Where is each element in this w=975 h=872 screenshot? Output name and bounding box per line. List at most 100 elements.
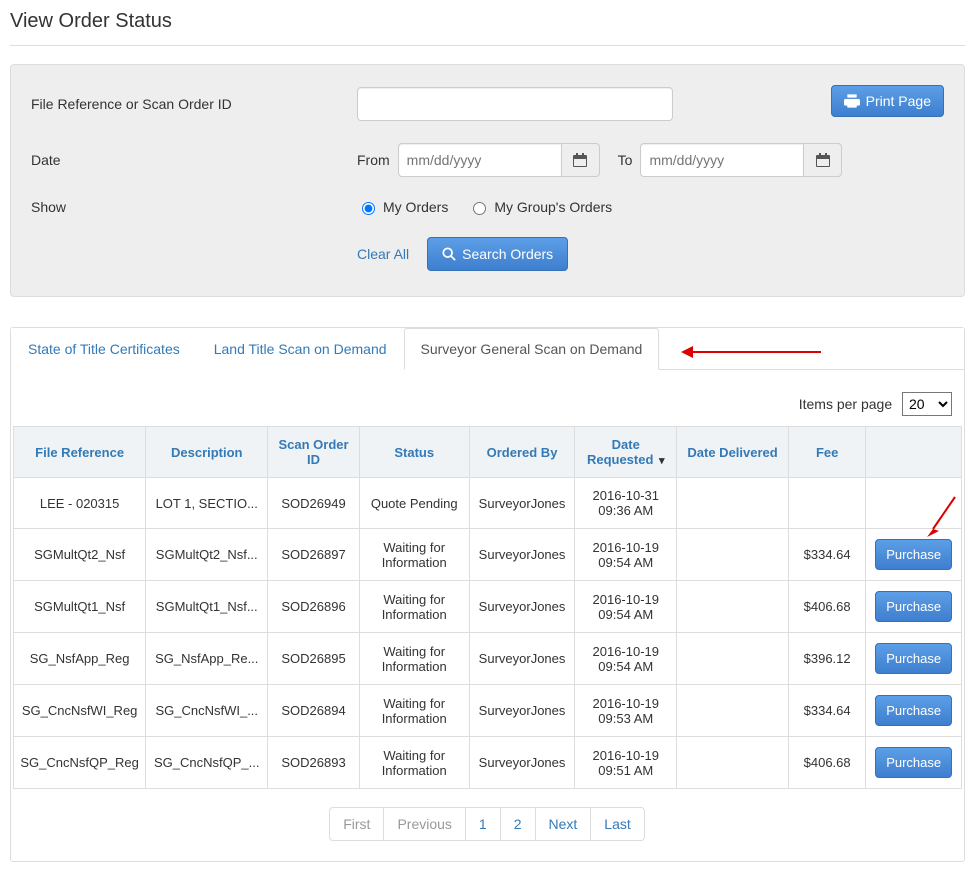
purchase-button[interactable]: Purchase xyxy=(875,747,952,778)
date-delivered-cell xyxy=(677,529,789,581)
tab-land-title-scan[interactable]: Land Title Scan on Demand xyxy=(197,328,404,370)
file-reference-cell: LEE - 020315 xyxy=(14,478,146,529)
date-delivered-cell xyxy=(677,737,789,789)
action-cell: Purchase xyxy=(866,581,962,633)
radio-group-orders-input[interactable] xyxy=(473,202,486,215)
file-reference-cell: SG_CncNsfWI_Reg xyxy=(14,685,146,737)
col-ordered-by[interactable]: Ordered By xyxy=(469,427,575,478)
scan-order-id-cell: SOD26897 xyxy=(268,529,360,581)
scan-order-id-cell: SOD26949 xyxy=(268,478,360,529)
ordered-by-cell: SurveyorJones xyxy=(469,478,575,529)
radio-my-orders-label: My Orders xyxy=(383,199,448,215)
fee-cell xyxy=(789,478,866,529)
col-file-reference[interactable]: File Reference xyxy=(14,427,146,478)
file-reference-cell: SG_CncNsfQP_Reg xyxy=(14,737,146,789)
radio-my-orders-input[interactable] xyxy=(362,202,375,215)
file-reference-cell: SG_NsfApp_Reg xyxy=(14,633,146,685)
orders-table: File Reference Description Scan Order ID… xyxy=(13,426,962,789)
col-fee[interactable]: Fee xyxy=(789,427,866,478)
table-row: SG_CncNsfWI_RegSG_CncNsfWI_...SOD26894Wa… xyxy=(14,685,962,737)
pager-page-1[interactable]: 1 xyxy=(465,807,501,841)
radio-group-orders-label: My Group's Orders xyxy=(494,199,612,215)
col-actions xyxy=(866,427,962,478)
description-cell: SG_CncNsfQP_... xyxy=(146,737,268,789)
table-row: LEE - 020315LOT 1, SECTIO...SOD26949Quot… xyxy=(14,478,962,529)
file-reference-cell: SGMultQt2_Nsf xyxy=(14,529,146,581)
date-from-input[interactable] xyxy=(398,143,562,177)
date-delivered-cell xyxy=(677,478,789,529)
col-date-delivered[interactable]: Date Delivered xyxy=(677,427,789,478)
ordered-by-cell: SurveyorJones xyxy=(469,529,575,581)
col-description[interactable]: Description xyxy=(146,427,268,478)
action-cell xyxy=(866,478,962,529)
radio-group-orders[interactable]: My Group's Orders xyxy=(468,199,612,215)
description-cell: SGMultQt2_Nsf... xyxy=(146,529,268,581)
pagination: First Previous 1 2 Next Last xyxy=(13,807,962,841)
col-scan-order-id[interactable]: Scan Order ID xyxy=(268,427,360,478)
table-row: SGMultQt2_NsfSGMultQt2_Nsf...SOD26897Wai… xyxy=(14,529,962,581)
col-date-requested-label: Date Requested xyxy=(587,437,653,467)
scan-order-id-cell: SOD26894 xyxy=(268,685,360,737)
table-row: SGMultQt1_NsfSGMultQt1_Nsf...SOD26896Wai… xyxy=(14,581,962,633)
table-row: SG_NsfApp_RegSG_NsfApp_Re...SOD26895Wait… xyxy=(14,633,962,685)
label-from: From xyxy=(357,152,390,168)
date-requested-cell: 2016-10-19 09:54 AM xyxy=(575,529,677,581)
date-to-calendar-button[interactable] xyxy=(804,143,842,177)
col-status[interactable]: Status xyxy=(359,427,469,478)
search-panel: Print Page File Reference or Scan Order … xyxy=(10,64,965,297)
date-delivered-cell xyxy=(677,685,789,737)
ordered-by-cell: SurveyorJones xyxy=(469,581,575,633)
clear-all-link[interactable]: Clear All xyxy=(357,246,409,262)
sort-desc-icon: ▾ xyxy=(659,455,665,467)
date-to-input[interactable] xyxy=(640,143,804,177)
tabs-container: State of Title Certificates Land Title S… xyxy=(10,327,965,862)
status-cell: Waiting for Information xyxy=(359,737,469,789)
tab-surveyor-general-scan[interactable]: Surveyor General Scan on Demand xyxy=(404,328,660,370)
annotation-arrow-tab xyxy=(681,346,821,358)
pager-next[interactable]: Next xyxy=(535,807,592,841)
action-cell: Purchase xyxy=(866,737,962,789)
date-requested-cell: 2016-10-19 09:51 AM xyxy=(575,737,677,789)
pager-previous[interactable]: Previous xyxy=(383,807,465,841)
pager-first[interactable]: First xyxy=(329,807,384,841)
status-cell: Waiting for Information xyxy=(359,633,469,685)
action-cell: Purchase xyxy=(866,529,962,581)
search-orders-label: Search Orders xyxy=(462,246,553,262)
table-row: SG_CncNsfQP_RegSG_CncNsfQP_...SOD26893Wa… xyxy=(14,737,962,789)
date-from-calendar-button[interactable] xyxy=(562,143,600,177)
label-date: Date xyxy=(31,152,357,168)
scan-order-id-cell: SOD26895 xyxy=(268,633,360,685)
calendar-icon xyxy=(573,153,587,167)
items-per-page-select[interactable]: 20 xyxy=(902,392,952,416)
fee-cell: $334.64 xyxy=(789,529,866,581)
title-separator xyxy=(10,45,965,46)
date-requested-cell: 2016-10-31 09:36 AM xyxy=(575,478,677,529)
purchase-button[interactable]: Purchase xyxy=(875,539,952,570)
ordered-by-cell: SurveyorJones xyxy=(469,685,575,737)
description-cell: SGMultQt1_Nsf... xyxy=(146,581,268,633)
print-page-label: Print Page xyxy=(866,93,931,109)
search-orders-button[interactable]: Search Orders xyxy=(427,237,568,271)
label-to: To xyxy=(618,152,633,168)
tab-strip: State of Title Certificates Land Title S… xyxy=(11,328,964,370)
scan-order-id-cell: SOD26896 xyxy=(268,581,360,633)
purchase-button[interactable]: Purchase xyxy=(875,591,952,622)
col-date-requested[interactable]: Date Requested ▾ xyxy=(575,427,677,478)
items-per-page-label: Items per page xyxy=(799,396,892,412)
tab-state-of-title[interactable]: State of Title Certificates xyxy=(11,328,197,370)
ordered-by-cell: SurveyorJones xyxy=(469,737,575,789)
search-icon xyxy=(442,247,456,261)
file-reference-input[interactable] xyxy=(357,87,673,121)
status-cell: Waiting for Information xyxy=(359,529,469,581)
page-title: View Order Status xyxy=(10,10,965,37)
file-reference-cell: SGMultQt1_Nsf xyxy=(14,581,146,633)
purchase-button[interactable]: Purchase xyxy=(875,695,952,726)
calendar-icon xyxy=(816,153,830,167)
purchase-button[interactable]: Purchase xyxy=(875,643,952,674)
ordered-by-cell: SurveyorJones xyxy=(469,633,575,685)
pager-page-2[interactable]: 2 xyxy=(500,807,536,841)
printer-icon xyxy=(844,94,860,108)
print-page-button[interactable]: Print Page xyxy=(831,85,944,117)
radio-my-orders[interactable]: My Orders xyxy=(357,199,448,215)
pager-last[interactable]: Last xyxy=(590,807,644,841)
